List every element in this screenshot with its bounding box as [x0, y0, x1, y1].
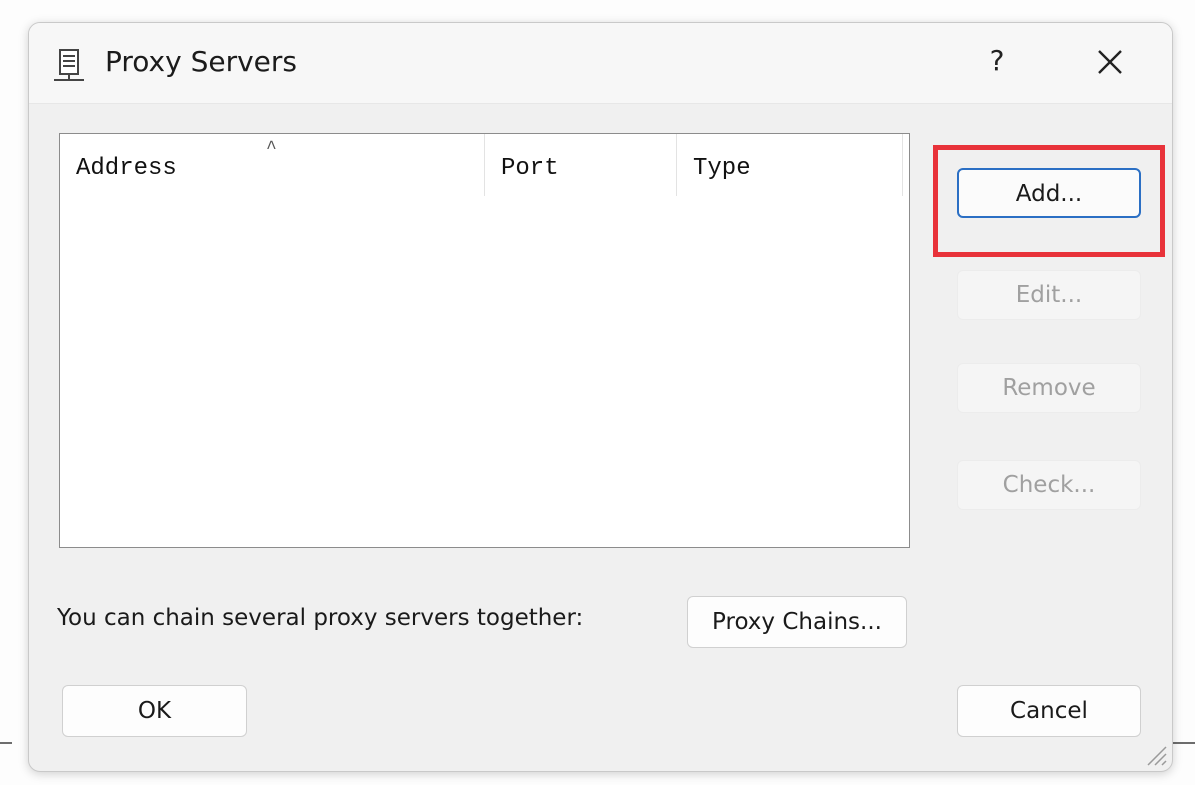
resize-grip-icon[interactable]: [1142, 741, 1168, 767]
help-button[interactable]: ?: [979, 41, 1015, 81]
server-icon: [51, 47, 87, 83]
proxy-server-list[interactable]: ^ Address Port Type: [59, 133, 910, 548]
cancel-button[interactable]: Cancel: [957, 685, 1141, 737]
backdrop-edge-right: [1173, 742, 1195, 744]
title-bar: Proxy Servers ?: [29, 23, 1172, 104]
backdrop-edge-left: [0, 742, 12, 744]
edit-button[interactable]: Edit...: [957, 270, 1141, 320]
remove-button[interactable]: Remove: [957, 363, 1141, 413]
proxy-chains-button[interactable]: Proxy Chains...: [687, 596, 907, 648]
column-header-label: Type: [693, 155, 751, 182]
dialog-title: Proxy Servers: [105, 45, 298, 78]
column-header-label: Address: [76, 155, 177, 182]
proxy-servers-dialog: Proxy Servers ? ^ Address Port Type Add.…: [28, 22, 1173, 772]
column-header-port[interactable]: Port: [485, 134, 677, 196]
ok-button[interactable]: OK: [62, 685, 247, 737]
add-button[interactable]: Add...: [957, 168, 1141, 218]
list-header: ^ Address Port Type: [60, 134, 903, 196]
check-button[interactable]: Check...: [957, 460, 1141, 510]
proxy-chain-label: You can chain several proxy servers toge…: [57, 605, 584, 631]
close-button[interactable]: [1087, 39, 1133, 85]
list-body[interactable]: [60, 196, 909, 547]
close-icon: [1087, 50, 1133, 89]
column-header-address[interactable]: ^ Address: [60, 134, 485, 196]
column-header-label: Port: [501, 155, 559, 182]
column-header-type[interactable]: Type: [677, 134, 903, 196]
sort-ascending-icon: ^: [266, 139, 277, 159]
